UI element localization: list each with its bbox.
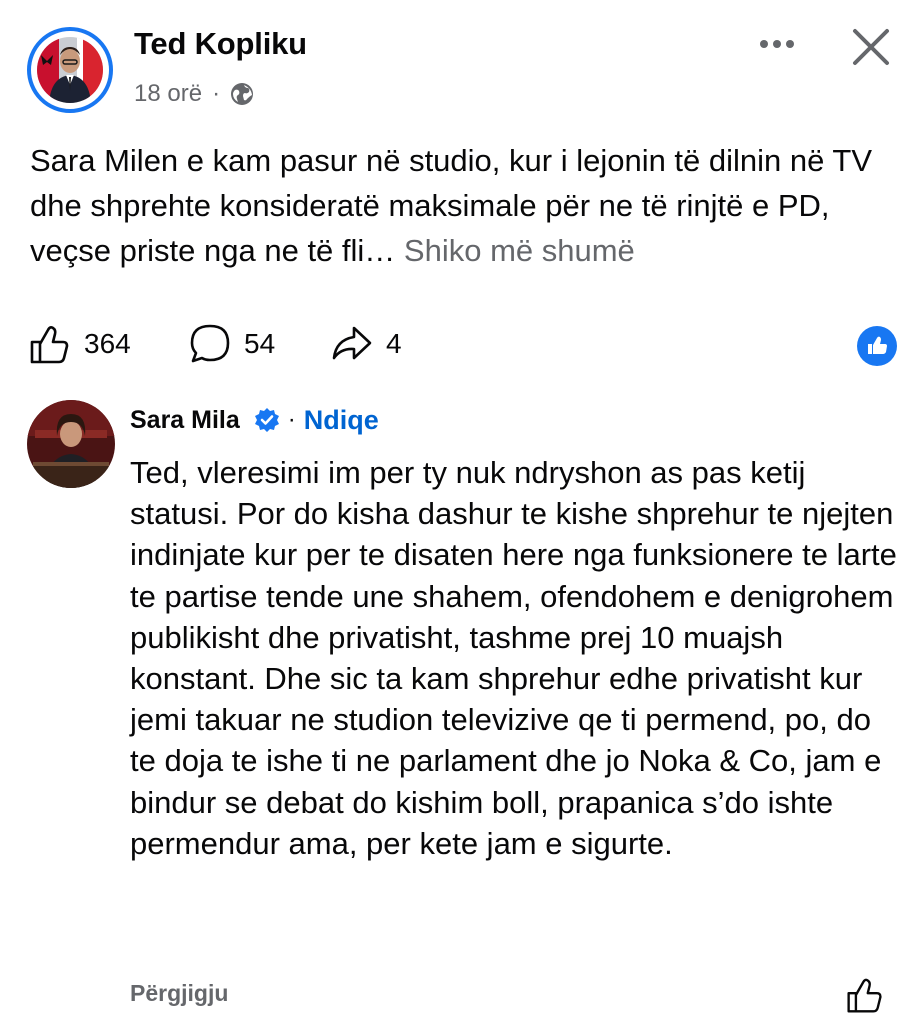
post-text: Sara Milen e kam pasur në studio, kur i … [30, 138, 900, 273]
commenter-row: Sara Mila · Ndiqe [130, 400, 379, 440]
comment-text: Ted, vleresimi im per ty nuk ndryshon as… [130, 455, 897, 861]
globe-icon [230, 82, 254, 106]
share-count: 4 [386, 328, 402, 359]
commenter-separator: · [287, 406, 296, 433]
like-button[interactable]: 364 [28, 322, 131, 366]
commenter-name[interactable]: Sara Mila [130, 406, 240, 435]
comment-count: 54 [244, 328, 276, 359]
post-meta: 18 orë · [134, 80, 254, 108]
facebook-post-screen: Ted Kopliku 18 orë · Sara Milen e kam pa… [0, 0, 918, 1024]
comment-like-icon[interactable] [845, 975, 885, 1015]
meta-separator: · [212, 80, 221, 107]
like-count: 364 [84, 328, 131, 359]
reaction-bar: 364 54 4 [28, 322, 898, 372]
share-arrow-icon [332, 326, 372, 360]
post-author-name[interactable]: Ted Kopliku [134, 26, 307, 62]
more-options-icon[interactable] [752, 26, 802, 62]
comment-bubble-icon [190, 324, 230, 363]
follow-button[interactable]: Ndiqe [304, 405, 379, 436]
author-avatar-image [37, 37, 103, 103]
see-more-link[interactable]: Shiko më shumë [404, 233, 635, 268]
verified-badge-icon [254, 407, 280, 433]
share-button[interactable]: 4 [330, 322, 402, 366]
comment-button[interactable]: 54 [188, 322, 275, 366]
commenter-avatar[interactable] [27, 400, 115, 488]
thumbs-up-icon [30, 326, 69, 364]
author-avatar[interactable] [27, 27, 113, 113]
like-reaction-badge-icon[interactable] [857, 326, 897, 366]
reply-button[interactable]: Përgjigju [130, 980, 228, 1007]
post-timestamp[interactable]: 18 orë [134, 80, 202, 108]
close-icon[interactable] [848, 24, 894, 70]
